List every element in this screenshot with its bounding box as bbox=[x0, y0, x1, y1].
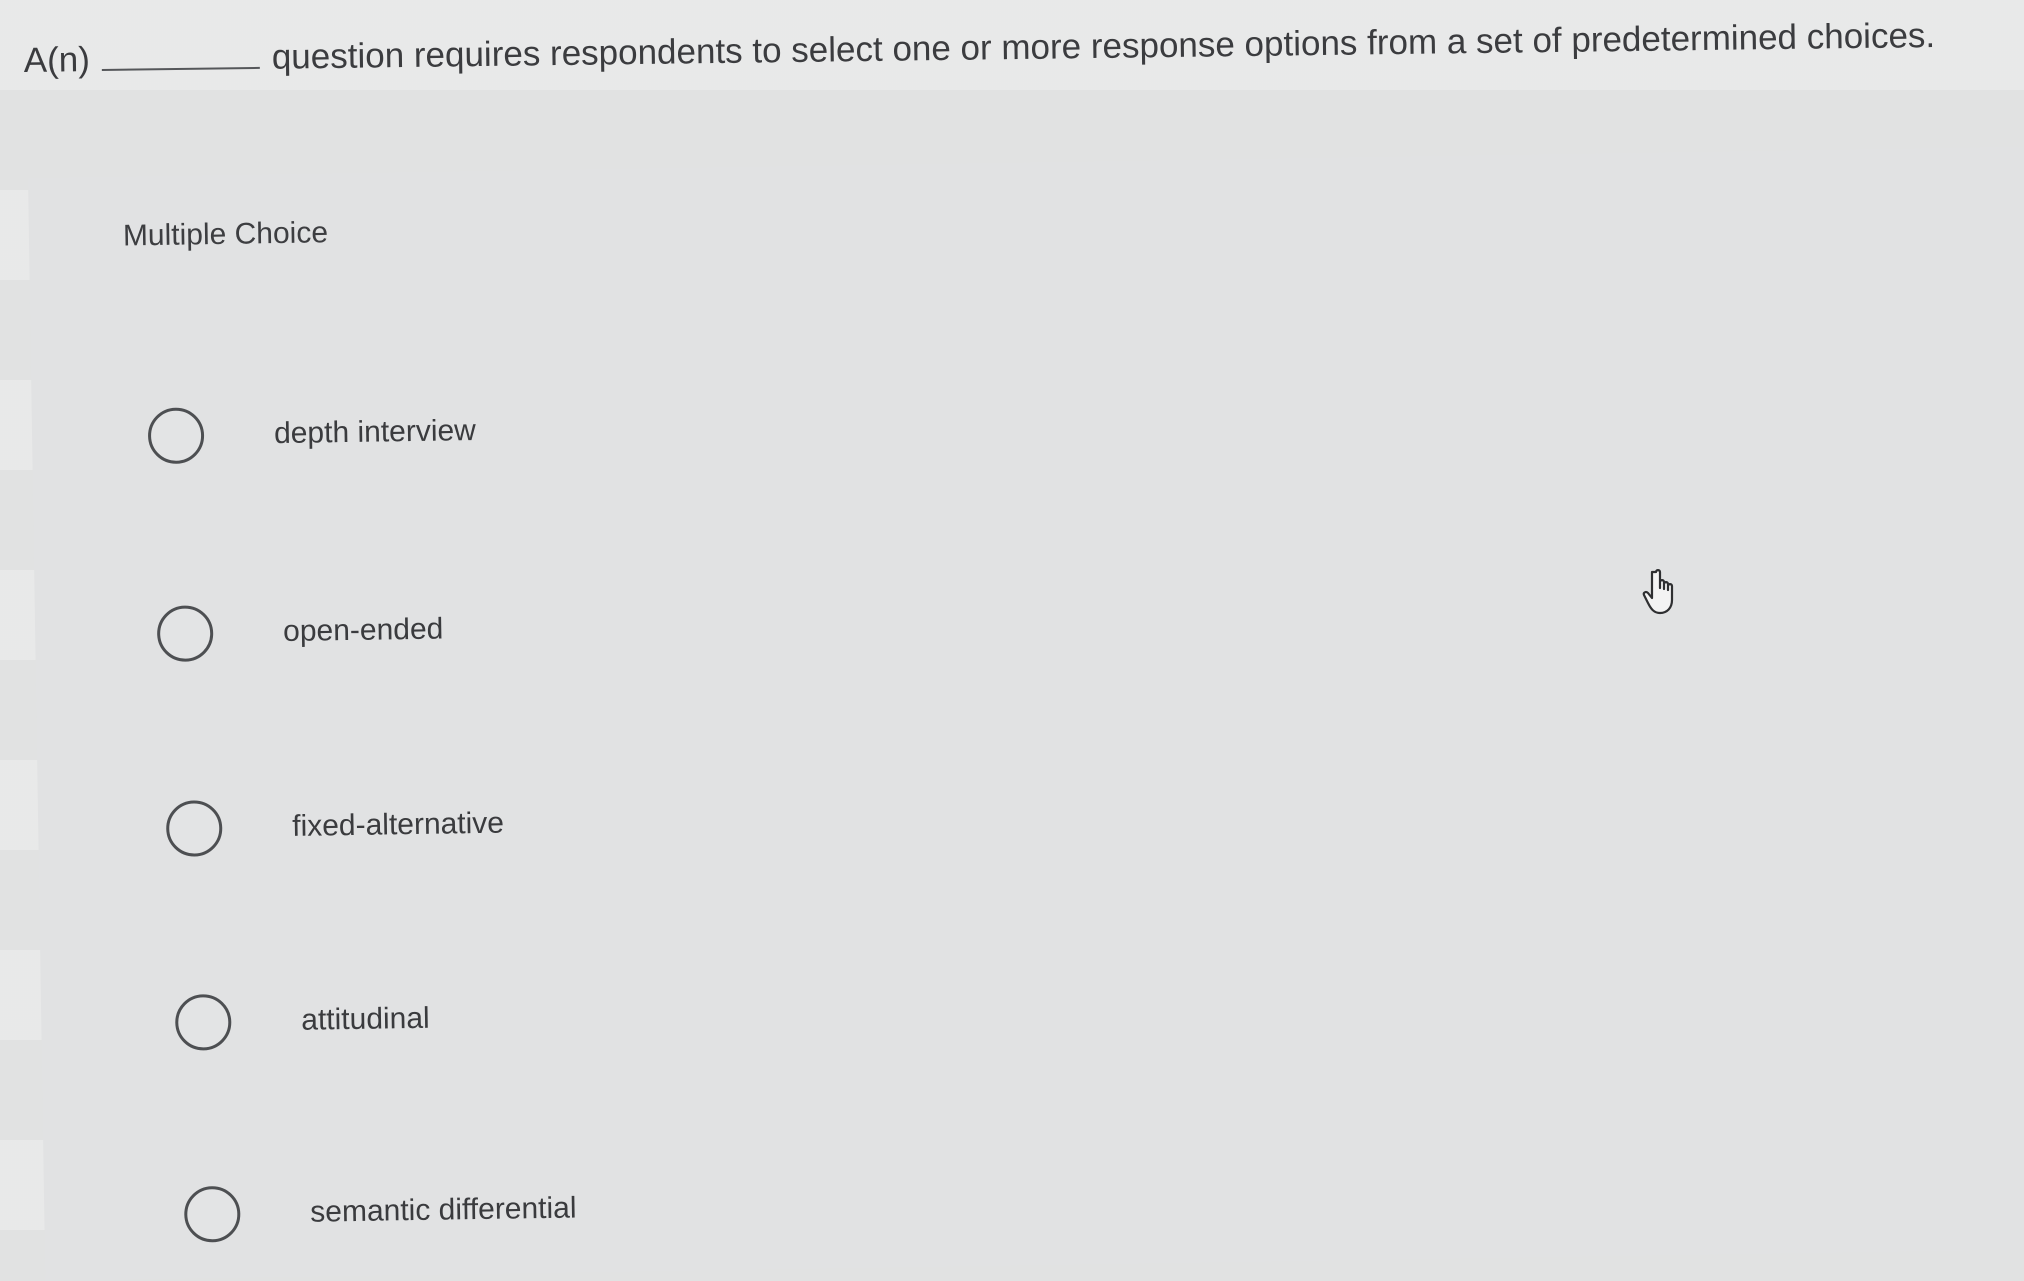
quiz-page: A(n) question requires respondents to se… bbox=[0, 0, 2024, 1281]
radio-button[interactable] bbox=[165, 800, 223, 857]
option-label: semantic differential bbox=[310, 1191, 577, 1229]
option-label: depth interview bbox=[273, 413, 477, 451]
option-depth-interview[interactable]: depth interview bbox=[147, 396, 477, 471]
option-semantic-differential[interactable]: semantic differential bbox=[183, 1174, 577, 1250]
question-prefix: A(n) bbox=[23, 40, 91, 81]
question-text: question requires respondents to select … bbox=[271, 15, 1936, 77]
option-attitudinal[interactable]: attitudinal bbox=[174, 984, 431, 1058]
option-open-ended[interactable]: open-ended bbox=[156, 595, 444, 669]
option-label: attitudinal bbox=[301, 1001, 430, 1037]
question-type-label: Multiple Choice bbox=[122, 216, 329, 253]
option-fixed-alternative[interactable]: fixed-alternative bbox=[165, 789, 505, 864]
radio-button[interactable] bbox=[147, 407, 205, 465]
question-prompt: A(n) question requires respondents to se… bbox=[23, 0, 1984, 82]
answer-blank bbox=[101, 66, 260, 71]
option-label: open-ended bbox=[282, 612, 444, 649]
option-label: fixed-alternative bbox=[291, 806, 505, 843]
answer-panel: Multiple Choice depth interview open-end… bbox=[28, 146, 2024, 1281]
hand-pointer-icon bbox=[1640, 568, 1680, 616]
radio-button[interactable] bbox=[156, 605, 214, 663]
radio-button[interactable] bbox=[174, 993, 232, 1051]
radio-button[interactable] bbox=[183, 1185, 241, 1243]
